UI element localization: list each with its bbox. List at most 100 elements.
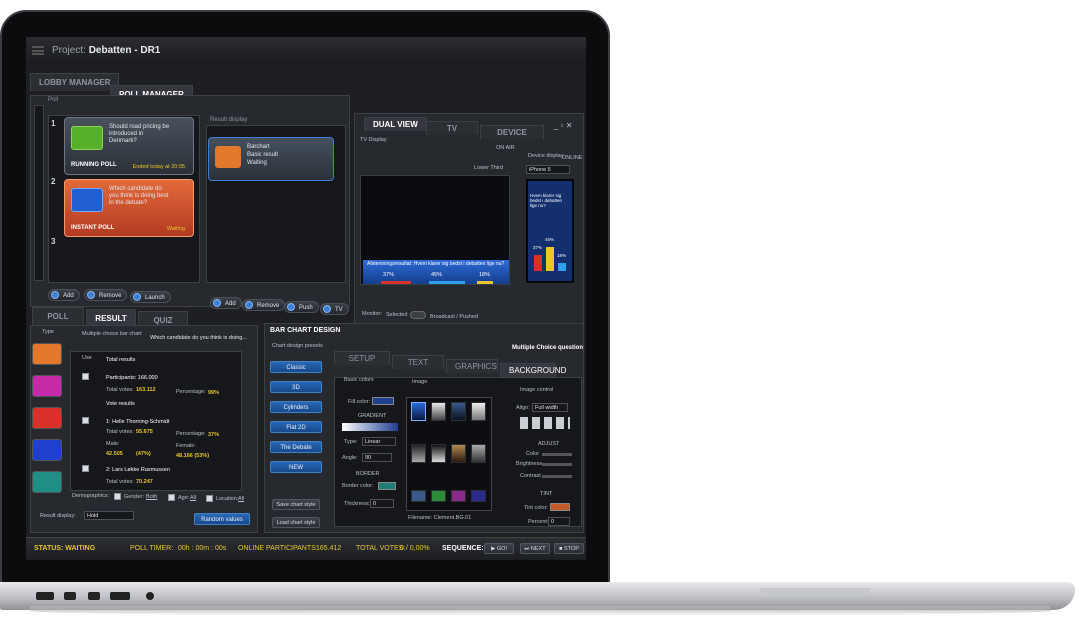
port <box>88 592 100 600</box>
location-label: Location: <box>216 496 239 502</box>
remove-button[interactable]: Remove <box>84 289 128 301</box>
device-display-label: Device display <box>528 153 564 159</box>
brightness-slider[interactable] <box>542 463 572 466</box>
gender-checkbox[interactable] <box>114 493 121 500</box>
tab-background[interactable]: Background <box>500 363 566 377</box>
gender-value[interactable]: Both <box>146 494 157 500</box>
globe-icon[interactable] <box>32 439 62 461</box>
tint-color-swatch[interactable] <box>550 503 570 511</box>
image-thumbnail[interactable] <box>451 444 466 463</box>
scrollbar[interactable] <box>34 105 44 281</box>
image-thumbnail[interactable] <box>411 444 426 463</box>
stop-button[interactable]: ■ STOP <box>554 543 584 554</box>
remove-result-button[interactable]: Remove <box>242 299 286 311</box>
result-bar <box>429 281 465 284</box>
gauge-icon[interactable] <box>32 407 62 429</box>
tab-poll[interactable]: POLL <box>32 307 84 325</box>
location-value[interactable]: All <box>238 496 244 502</box>
mcq-label: Multiple Choice question <box>512 345 584 351</box>
image-thumbnail[interactable] <box>431 402 446 421</box>
monitor-toggle[interactable] <box>410 311 426 319</box>
device-select[interactable]: iPhone 5 <box>526 165 570 174</box>
result-card[interactable]: Barchart Basic result Waiting <box>208 137 334 181</box>
checkbox[interactable] <box>82 417 89 424</box>
phone-question: Hvem klarer sig bedst i debatten lige nu… <box>530 193 563 208</box>
monitor-label: Monitor: <box>362 311 382 317</box>
tab-setup[interactable]: Setup <box>334 351 390 365</box>
hold-select[interactable]: Hold <box>84 511 134 520</box>
image-thumbnail[interactable] <box>411 402 426 421</box>
image-thumbnail[interactable] <box>451 402 466 421</box>
candidate-1-pct: 37% <box>208 432 220 438</box>
bar-chart-icon[interactable] <box>32 343 62 365</box>
preset-new[interactable]: NEW <box>270 461 322 473</box>
image-thumbnail[interactable] <box>431 444 446 463</box>
location-checkbox[interactable] <box>206 495 213 502</box>
result-type: Barchart <box>247 144 270 150</box>
preset-cylinders[interactable]: Cylinders <box>270 401 322 413</box>
adjust-label: ADJUST <box>538 441 560 447</box>
project-title: Project: Debatten - DR1 <box>52 45 161 56</box>
image-thumbnail[interactable] <box>451 490 466 502</box>
chart-type-label: Multiple choice bar chart <box>82 331 142 337</box>
launch-button[interactable]: Launch <box>130 291 171 303</box>
border-color-swatch[interactable] <box>378 482 396 490</box>
tab-device[interactable]: Device <box>480 125 544 139</box>
preset-3d[interactable]: 3D <box>270 381 322 393</box>
next-button[interactable]: ⏭ NEXT <box>520 543 550 554</box>
color-slider[interactable] <box>542 453 572 456</box>
contrast-slider[interactable] <box>542 475 572 478</box>
save-style-button[interactable]: Save chart style <box>272 499 320 510</box>
age-checkbox[interactable] <box>168 494 175 501</box>
add-result-button[interactable]: Add <box>210 297 242 309</box>
menu-icon[interactable] <box>32 46 44 55</box>
basic-colors-label: Basic colors <box>344 377 374 383</box>
poll-card-selected[interactable]: Which candidate do you think is doing be… <box>64 179 194 237</box>
preset-classic[interactable]: Classic <box>270 361 322 373</box>
tab-text[interactable]: Text <box>392 355 444 369</box>
tv-button[interactable]: TV <box>320 303 349 315</box>
tab-lobby-manager[interactable]: LOBBY MANAGER <box>30 73 120 91</box>
angle-label: Angle: <box>342 455 358 461</box>
preset-flat2d[interactable]: Flat 2D <box>270 421 322 433</box>
age-label: Age: <box>178 495 190 501</box>
percent-select[interactable]: 0 <box>548 517 570 526</box>
go-button[interactable]: ▶ GO! <box>484 543 514 554</box>
random-values-button[interactable]: Random values <box>194 513 250 525</box>
checkbox[interactable] <box>82 373 89 380</box>
poll-header: Poll <box>48 97 59 103</box>
preset-debate[interactable]: The Debate <box>270 441 322 453</box>
tab-graphics[interactable]: Graphics <box>446 359 498 373</box>
checkbox[interactable] <box>82 465 89 472</box>
image-thumbnail[interactable] <box>471 402 486 421</box>
image-thumbnail[interactable] <box>431 490 446 502</box>
tab-dual-view[interactable]: Dual View <box>364 117 427 131</box>
age-value[interactable]: All <box>190 495 196 501</box>
angle-select[interactable]: 90 <box>362 453 392 462</box>
load-style-button[interactable]: Load chart style <box>272 517 320 528</box>
phone-bar <box>534 255 542 271</box>
fill-color-swatch[interactable] <box>372 397 394 405</box>
image-thumbnail[interactable] <box>471 490 486 502</box>
poll-card[interactable]: Should road pricing be introduced in Den… <box>64 117 194 175</box>
image-thumbnail[interactable] <box>411 490 426 502</box>
align-buttons[interactable] <box>520 417 570 429</box>
on-air-label: ON AIR <box>496 145 515 151</box>
push-button[interactable]: Push <box>284 301 319 313</box>
gradient-bar[interactable] <box>342 423 398 431</box>
window-controls[interactable]: _ ▫ ✕ <box>554 121 572 130</box>
image-thumbnail[interactable] <box>471 444 486 463</box>
add-button[interactable]: Add <box>48 289 80 301</box>
type-label: Type <box>42 329 54 335</box>
flow-icon[interactable] <box>32 471 62 493</box>
title-bar: Project: Debatten - DR1 <box>26 37 586 65</box>
align-label: Align: <box>516 405 530 411</box>
gradient-type-select[interactable]: Linear <box>362 437 396 446</box>
result-display-header: Result display <box>210 117 248 123</box>
pie-chart-icon[interactable] <box>32 375 62 397</box>
align-select[interactable]: Full width <box>532 403 568 412</box>
tab-tv[interactable]: TV <box>426 121 478 135</box>
total-votes: 0 / 0,00% <box>400 545 430 552</box>
gradient-label: GRADIENT <box>358 413 387 419</box>
thickness-select[interactable]: 0 <box>370 499 394 508</box>
